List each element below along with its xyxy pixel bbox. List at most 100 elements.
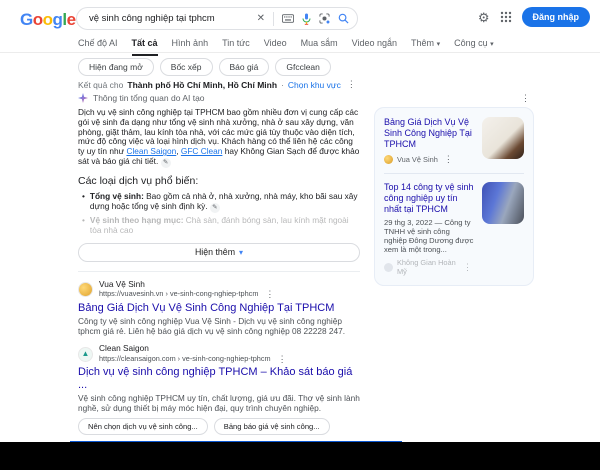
ai-sparkle-icon [78, 93, 88, 103]
edit-icon[interactable]: ✎ [161, 158, 171, 168]
site-favicon [78, 282, 93, 297]
side-item-thumbnail[interactable] [482, 182, 524, 224]
result-snippet: Vệ sinh công nghiệp TPHCM uy tín, chất l… [78, 394, 360, 413]
ai-overview-paragraph: Dịch vụ vệ sinh công nghiệp tại TPHCM ba… [78, 108, 360, 168]
side-panel-more-icon[interactable]: ⋮ [374, 93, 534, 104]
side-item-snippet: 29 thg 3, 2022 — Công ty TNHH vệ sinh cô… [384, 218, 474, 254]
sitelink-chip[interactable]: Bảng báo giá vệ sinh công... [214, 418, 330, 435]
ai-overview: Thông tin tổng quan do AI tạo Dịch vụ vệ… [78, 93, 360, 262]
logo-letter: g [53, 10, 63, 29]
tab-tools[interactable]: Công cụ ▾ [454, 38, 494, 56]
ai-overview-bullets: •Tổng vệ sinh: Bao gồm cả nhà ở, nhà xưở… [78, 192, 360, 236]
side-item-title[interactable]: Top 14 công ty vệ sinh công nghiệp uy tí… [384, 182, 474, 215]
header: Google ✕ ⚙ Đăng nhập [0, 0, 600, 34]
filter-chip-open-now[interactable]: Hiện đang mở [78, 58, 154, 76]
search-input[interactable] [89, 13, 257, 24]
result-more-icon[interactable]: ⋮ [263, 289, 276, 299]
related-results-card: Bảng Giá Dịch Vụ Vệ Sinh Công Nghiệp Tại… [374, 107, 534, 286]
divider [273, 12, 274, 26]
header-right: ⚙ Đăng nhập [478, 7, 590, 27]
bullet-icon: • [82, 192, 85, 213]
logo-letter: o [43, 10, 53, 29]
show-more-button[interactable]: Hiện thêm ▾ [78, 243, 360, 262]
tab-videos[interactable]: Video [264, 38, 287, 56]
location-prefix: Kết quả cho [78, 80, 123, 90]
filter-chip-bao-gia[interactable]: Báo giá [219, 58, 270, 76]
side-item-source: Vua Vệ Sinh ⋮ [384, 154, 474, 165]
site-url: https://vuavesinh.vn › ve-sinh-cong-nghi… [99, 289, 276, 299]
tab-more[interactable]: Thêm ▾ [411, 38, 440, 56]
side-panel-column: ⋮ Bảng Giá Dịch Vụ Vệ Sinh Công Nghiệp T… [374, 93, 534, 470]
tab-ai-mode[interactable]: Chế độ AI [78, 38, 118, 56]
apps-grid-icon[interactable] [500, 11, 512, 23]
result-title[interactable]: Bảng Giá Dịch Vụ Vệ Sinh Công Nghiệp Tại… [78, 302, 360, 315]
side-panel-item[interactable]: Top 14 công ty vệ sinh công nghiệp uy tí… [384, 182, 524, 276]
filter-chip-boc-xep[interactable]: Bốc xếp [160, 58, 213, 76]
bullet-bold: Vệ sinh theo hạng mục: [90, 215, 184, 225]
card-divider [384, 173, 524, 174]
show-more-label: Hiện thêm [195, 247, 235, 257]
sitelink-chip[interactable]: Nên chọn dịch vụ vệ sinh công... [78, 418, 208, 435]
ai-bullet-item-faded: •Vệ sinh theo hạng mục: Chà sàn, đánh bó… [78, 216, 360, 236]
microphone-icon[interactable] [302, 13, 311, 25]
result-source-row[interactable]: ▲ Clean Saigon https://cleansaigon.com ›… [78, 344, 360, 364]
result-more-icon[interactable]: ⋮ [276, 354, 289, 364]
search-icon[interactable] [338, 13, 349, 24]
location-bar: Kết quả cho Thành phố Hồ Chí Minh, Hồ Ch… [78, 79, 358, 90]
link-clean-saigon[interactable]: Clean Saigon [126, 146, 176, 156]
sign-in-button[interactable]: Đăng nhập [522, 7, 591, 27]
tab-news[interactable]: Tin tức [222, 38, 250, 56]
chevron-down-icon: ▾ [239, 248, 243, 257]
google-lens-icon[interactable] [319, 13, 330, 24]
filter-chips: Hiện đang mở Bốc xếp Báo giá Gfcclean [78, 58, 331, 76]
result-sitelink-chips: Nên chọn dịch vụ vệ sinh công... Bảng bá… [78, 418, 360, 435]
side-item-more-icon[interactable]: ⋮ [461, 262, 474, 273]
tab-short-videos[interactable]: Video ngắn [352, 38, 397, 56]
ai-overview-subheading: Các loại dịch vụ phổ biến: [78, 175, 360, 187]
site-favicon: ▲ [78, 347, 93, 362]
side-item-title[interactable]: Bảng Giá Dịch Vụ Vệ Sinh Công Nghiệp Tại… [384, 117, 474, 150]
search-result-clean-saigon: ▲ Clean Saigon https://cleansaigon.com ›… [78, 344, 360, 435]
logo-letter: e [67, 10, 76, 29]
results-columns: Thông tin tổng quan do AI tạo Dịch vụ vệ… [78, 93, 534, 470]
filter-chip-gfcclean[interactable]: Gfcclean [275, 58, 331, 76]
source-name: Không Gian Hoàn Mỹ [397, 258, 457, 276]
section-divider [78, 271, 360, 272]
link-gfc-clean[interactable]: GFC Clean [181, 146, 223, 156]
location-more-icon[interactable]: ⋮ [345, 79, 358, 90]
result-tabs: Chế độ AI Tất cả Hình ảnh Tin tức Video … [78, 38, 494, 56]
bullet-icon: • [82, 216, 85, 236]
choose-region-link[interactable]: Chọn khu vực [288, 80, 341, 90]
search-bar[interactable]: ✕ [76, 7, 358, 30]
tab-tools-label: Công cụ [454, 38, 488, 48]
tab-all[interactable]: Tất cả [132, 38, 158, 56]
tab-more-label: Thêm [411, 38, 434, 48]
edit-icon[interactable]: ✎ [210, 203, 220, 213]
result-snippet: Công ty vệ sinh công nghiệp Vua Vệ Sinh … [78, 317, 360, 336]
side-item-more-icon[interactable]: ⋮ [442, 154, 455, 165]
clear-search-icon[interactable]: ✕ [257, 13, 265, 24]
chevron-down-icon: ▾ [490, 41, 494, 48]
side-item-source: Không Gian Hoàn Mỹ ⋮ [384, 258, 474, 276]
keyboard-icon[interactable] [282, 14, 294, 23]
tab-shopping[interactable]: Mua sắm [301, 38, 338, 56]
search-bar-icons: ✕ [257, 12, 349, 26]
source-favicon [384, 263, 393, 272]
dot-separator: · [281, 80, 284, 90]
site-url: https://cleansaigon.com › ve-sinh-cong-n… [99, 354, 289, 364]
site-name: Clean Saigon [99, 344, 289, 354]
result-source-row[interactable]: Vua Vệ Sinh https://vuavesinh.vn › ve-si… [78, 280, 360, 300]
side-panel-item[interactable]: Bảng Giá Dịch Vụ Vệ Sinh Công Nghiệp Tại… [384, 117, 524, 165]
bullet-bold: Tổng vệ sinh: [90, 191, 144, 201]
logo-letter: G [20, 10, 33, 29]
search-result-vua-ve-sinh: Vua Vệ Sinh https://vuavesinh.vn › ve-si… [78, 280, 360, 336]
settings-gear-icon[interactable]: ⚙ [478, 11, 490, 24]
tab-images[interactable]: Hình ảnh [172, 38, 209, 56]
side-item-thumbnail[interactable] [482, 117, 524, 159]
location-value: Thành phố Hồ Chí Minh, Hồ Chí Minh [127, 80, 277, 90]
main-results-column: Thông tin tổng quan do AI tạo Dịch vụ vệ… [78, 93, 360, 470]
result-title[interactable]: Dịch vụ vệ sinh công nghiệp TPHCM – Khảo… [78, 366, 360, 392]
source-favicon [384, 155, 393, 164]
bottom-black-bar [0, 442, 600, 470]
google-logo[interactable]: Google [20, 10, 76, 30]
